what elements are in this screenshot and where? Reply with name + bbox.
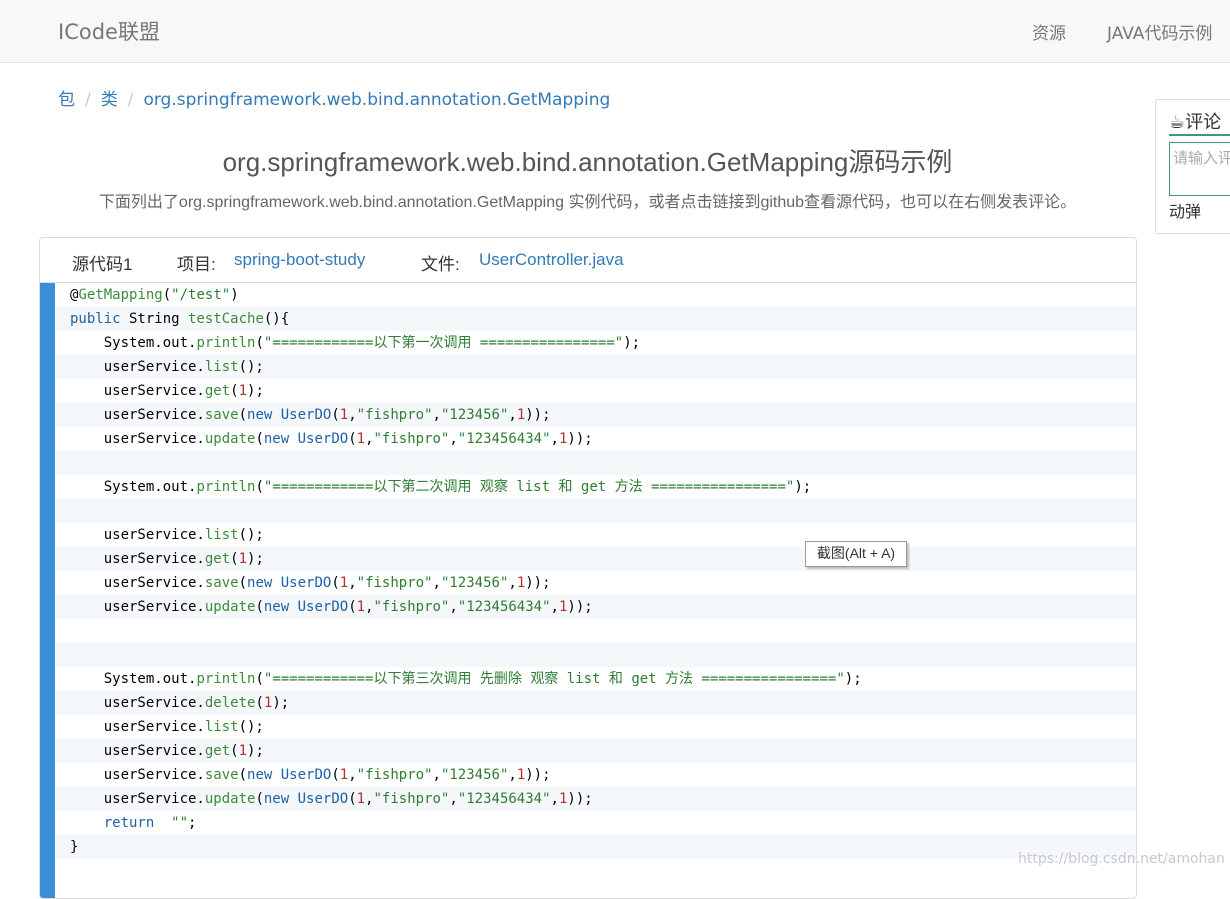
code-line — [56, 499, 1136, 523]
code-line: public String testCache(){ — [56, 307, 1136, 331]
code-line: userService.list(); — [56, 355, 1136, 379]
comment-title: ☕评论 — [1169, 108, 1230, 136]
code-line: userService.save(new UserDO(1,"fishpro",… — [56, 403, 1136, 427]
code-block: @GetMapping("/test") public String testCa… — [40, 283, 1136, 898]
comment-title-text: 评论 — [1185, 112, 1222, 133]
code-line: userService.save(new UserDO(1,"fishpro",… — [70, 575, 551, 591]
code-line: userService.save(new UserDO(1,"fishpro",… — [70, 767, 551, 783]
code-line: userService.get(1); — [56, 739, 1136, 763]
page-description: 下面列出了org.springframework.web.bind.annota… — [98, 194, 1077, 211]
code-line: userService.update(new UserDO(1,"fishpro… — [70, 431, 593, 447]
screenshot-tooltip: 截图(Alt + A) — [805, 541, 907, 567]
code-panel: 源代码1 项目: spring-boot-study 文件: UserContr… — [39, 237, 1137, 899]
code-line: userService.update(new UserDO(1,"fishpro… — [56, 787, 1136, 811]
code-panel-header: 源代码1 项目: spring-boot-study 文件: UserContr… — [40, 238, 1136, 283]
code-line: userService.update(new UserDO(1,"fishpro… — [56, 595, 1136, 619]
code-line: System.out.println("============以下第一次调用 … — [70, 335, 641, 351]
page-title: org.springframework.web.bind.annotation.… — [222, 147, 953, 177]
breadcrumb-class[interactable]: 类 — [101, 90, 118, 110]
code-line: userService.delete(1); — [56, 691, 1136, 715]
comment-footer: 动弹 — [1169, 202, 1202, 221]
code-line — [56, 451, 1136, 475]
breadcrumb-package[interactable]: 包 — [58, 90, 75, 110]
file-link[interactable]: UserController.java — [479, 250, 624, 270]
brand-logo[interactable]: ICode联盟 — [58, 16, 160, 46]
code-line: System.out.println("============以下第二次调用 … — [70, 479, 812, 495]
file-label: 文件: — [421, 255, 460, 274]
source-label: 源代码1 — [72, 255, 133, 274]
comment-sidebar: ☕评论 请输入评论 动弹 — [1155, 99, 1230, 234]
code-line: userService.get(1); — [56, 547, 1136, 571]
breadcrumb: 包 / 类 / org.springframework.web.bind.annotat… — [58, 85, 610, 110]
nav-link-java-examples[interactable]: JAVA代码示例 — [1107, 19, 1212, 44]
top-navbar: ICode联盟 资源 JAVA代码示例 — [0, 0, 1230, 63]
code-line: userService.get(1); — [70, 383, 264, 399]
breadcrumb-separator: / — [127, 90, 134, 110]
breadcrumb-separator: / — [85, 90, 91, 110]
code-line: userService.list(); — [70, 527, 264, 543]
nav-link-resources[interactable]: 资源 — [1032, 19, 1066, 44]
code-line: @GetMapping("/test") — [70, 287, 239, 303]
project-label: 项目: — [177, 255, 216, 274]
code-line: System.out.println("============以下第三次调用 … — [70, 671, 862, 687]
breadcrumb-current[interactable]: org.springframework.web.bind.annotation.… — [143, 90, 610, 110]
code-line: return ""; — [103, 815, 197, 831]
code-gutter — [40, 283, 55, 898]
comment-input[interactable]: 请输入评论 — [1169, 142, 1230, 196]
code-line: userService.list(); — [70, 719, 264, 735]
code-line: } — [56, 835, 1136, 859]
code-lines: @GetMapping("/test") public String testCa… — [56, 283, 1136, 859]
code-line — [56, 643, 1136, 667]
project-link[interactable]: spring-boot-study — [234, 250, 365, 270]
watermark: https://blog.csdn.net/amohan — [1018, 851, 1225, 867]
coffee-icon: ☕ — [1169, 112, 1186, 133]
